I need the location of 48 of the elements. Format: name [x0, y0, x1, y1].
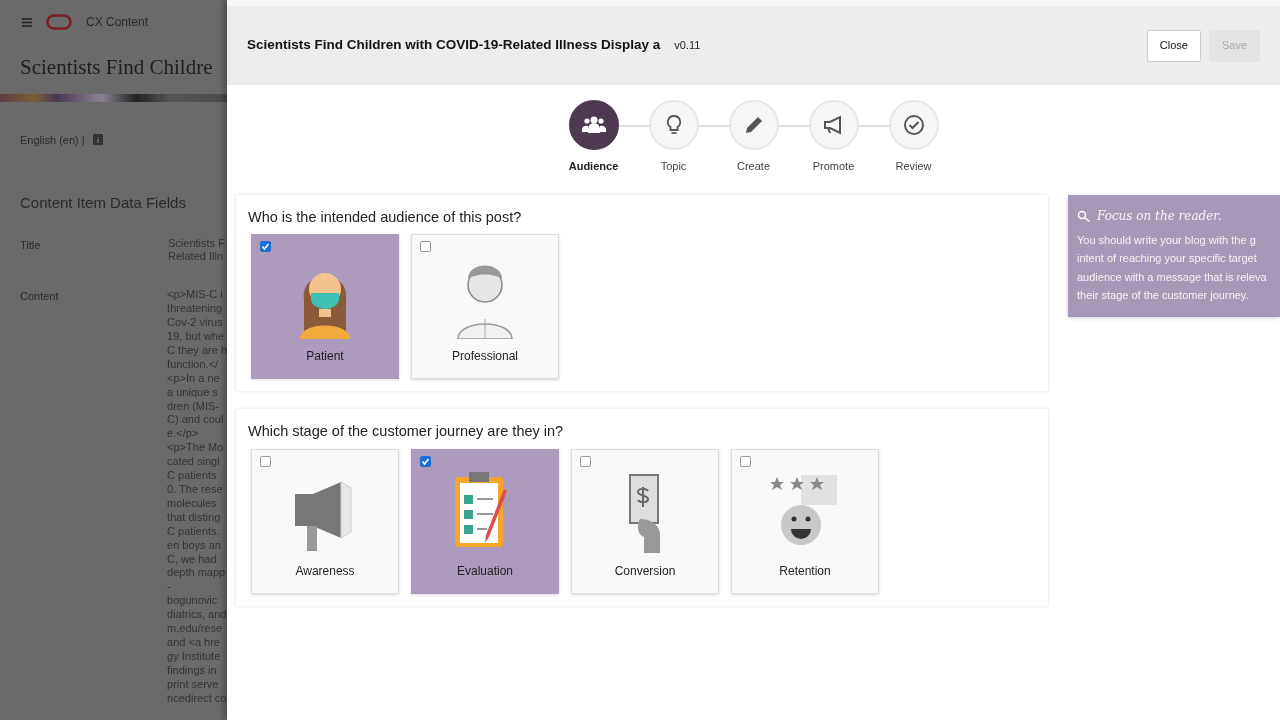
- field-label: Title: [20, 237, 42, 253]
- option-label: Professional: [451, 348, 518, 366]
- option-label: Evaluation: [456, 563, 513, 580]
- checkbox[interactable]: [420, 241, 431, 253]
- option-label: Conversion: [614, 563, 676, 580]
- check-circle-icon: [901, 113, 926, 137]
- tip-text-line: audience with a message that is releva: [1077, 269, 1268, 285]
- option-card[interactable]: Retention: [731, 449, 879, 594]
- option-label: Awareness: [295, 563, 355, 580]
- step-label: Promote: [812, 159, 855, 174]
- step-label: Topic: [660, 159, 687, 174]
- option-card[interactable]: Awareness: [251, 449, 399, 594]
- step-label: Create: [737, 159, 770, 174]
- field-value-line: -: [167, 580, 172, 595]
- field-label: Content: [20, 289, 60, 305]
- dialog-title: Scientists Find Children with COVID-19-Related Illness Display a: [247, 36, 661, 55]
- section-title: Content Item Data Fields: [19, 193, 187, 213]
- step-label: Review: [895, 159, 932, 174]
- step-label: Audience: [568, 159, 619, 174]
- magnifier-icon: [1077, 209, 1091, 222]
- option-card[interactable]: Evaluation: [411, 449, 559, 594]
- app-name: CX Content: [86, 14, 149, 31]
- option-label: Retention: [779, 563, 831, 580]
- checkbox[interactable]: [740, 456, 751, 467]
- question-text: Which stage of the customer journey are they in?: [248, 422, 565, 442]
- checkbox[interactable]: [580, 456, 591, 467]
- checkmark-icon: [261, 242, 270, 252]
- step-button[interactable]: [568, 100, 619, 150]
- menu-icon: [22, 17, 32, 27]
- tip-text-line: intent of reaching your specific target: [1077, 251, 1258, 266]
- version-label: v0.11: [674, 38, 701, 54]
- checkmark-icon: [421, 457, 430, 466]
- close-button[interactable]: Close: [1146, 29, 1201, 62]
- checkbox[interactable]: [260, 241, 271, 253]
- question-text: Who is the intended audience of this post?: [248, 207, 523, 227]
- tip-text-line: You should write your blog with the g: [1077, 232, 1257, 248]
- language-label: English (en) |: [20, 132, 85, 148]
- option-card[interactable]: Patient: [251, 234, 399, 380]
- tip-title: Focus on the reader.: [1097, 207, 1222, 225]
- option-label: Patient: [306, 348, 344, 366]
- page-heading: Scientists Find Childre: [19, 54, 214, 81]
- oval-logo-icon: [46, 14, 72, 30]
- info-icon: [92, 134, 103, 146]
- option-card[interactable]: Conversion: [571, 449, 719, 594]
- tip-text-line: their stage of the customer journey.: [1077, 288, 1250, 303]
- checkbox[interactable]: [260, 456, 271, 467]
- option-card[interactable]: Professional: [411, 234, 559, 380]
- checkbox[interactable]: [420, 456, 431, 467]
